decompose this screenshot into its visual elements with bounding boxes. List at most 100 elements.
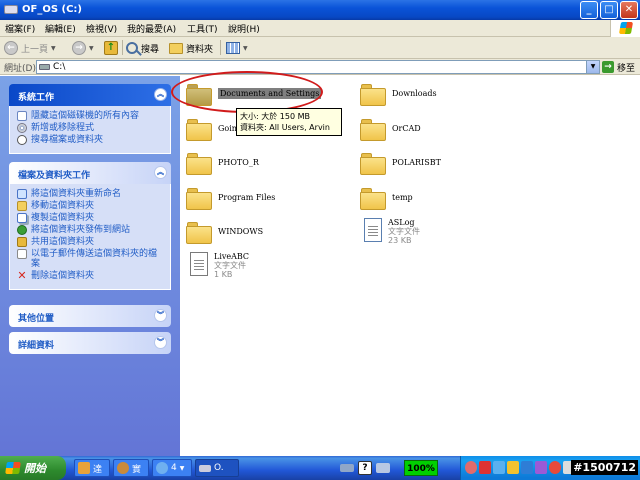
address-dropdown-icon[interactable]: ▼: [586, 60, 600, 74]
folder-item[interactable]: WINDOWS: [186, 218, 263, 244]
task-label: 隱藏這個磁碟機的所有內容: [31, 111, 140, 121]
file-folder-tasks-title: 檔案及資料夾工作: [18, 171, 91, 181]
search-label: 搜尋: [141, 44, 160, 55]
taskbar-button-label: 達: [93, 464, 103, 475]
collapse-chevron-icon[interactable]: ︽: [154, 166, 167, 179]
task-add-remove-programs[interactable]: 新增或移除程式: [17, 123, 164, 133]
folder-name: PHOTO_R: [218, 158, 259, 167]
keyboard-icon[interactable]: [340, 464, 354, 472]
folder-name: OrCAD: [392, 124, 421, 133]
back-dropdown-icon[interactable]: ▼: [51, 45, 56, 52]
task-label: 新增或移除程式: [31, 123, 95, 133]
go-button[interactable]: → 移至: [602, 60, 635, 74]
folder-item[interactable]: Program Files: [186, 184, 275, 210]
tray-app-icon[interactable]: [479, 461, 491, 474]
collapse-chevron-icon[interactable]: ︽: [154, 88, 167, 101]
minimize-button[interactable]: _: [580, 1, 598, 19]
folder-icon: [360, 119, 386, 141]
taskbar-button-explorer[interactable]: O.: [195, 459, 239, 477]
task-label: 以電子郵件傳送這個資料夾的檔案: [31, 249, 158, 269]
taskbar-button-label: 實: [132, 464, 142, 475]
task-label: 將這個資料夾重新命名: [31, 189, 122, 199]
back-label: 上一頁: [21, 44, 49, 55]
task-label: 刪除這個資料夾: [31, 271, 95, 281]
menu-favorites[interactable]: 我的最愛(A): [127, 22, 176, 35]
tray-app-icon[interactable]: [535, 461, 547, 474]
up-button[interactable]: ↑: [104, 39, 118, 57]
back-button[interactable]: ← 上一頁 ▼: [4, 39, 56, 57]
folder-item[interactable]: POLARISBT: [360, 149, 441, 175]
browser-icon: [156, 462, 168, 474]
menu-tools[interactable]: 工具(T): [187, 22, 218, 35]
help-icon[interactable]: ?: [358, 461, 372, 475]
file-type: 文字文件: [214, 261, 246, 270]
forward-button[interactable]: → ▼: [72, 39, 94, 57]
go-label: 移至: [617, 63, 636, 74]
forward-dropdown-icon[interactable]: ▼: [89, 45, 94, 52]
system-tasks-header[interactable]: 系統工作 ︽: [9, 84, 171, 106]
task-publish-folder[interactable]: 將這個資料夾發佈到網站: [17, 225, 164, 235]
file-item[interactable]: LiveABC 文字文件 1 KB: [186, 250, 249, 279]
tray-bluetooth-icon[interactable]: [521, 461, 533, 474]
file-item[interactable]: ASLog 文字文件 23 KB: [360, 216, 420, 245]
taskbar-button[interactable]: 實: [113, 459, 149, 477]
folder-icon: [360, 84, 386, 106]
search-button[interactable]: 搜尋: [126, 39, 159, 57]
drive-icon: [199, 464, 211, 472]
expand-chevron-icon[interactable]: ︾: [154, 336, 167, 349]
tray-antivirus-icon[interactable]: [465, 461, 477, 474]
task-delete-folder[interactable]: ✕ 刪除這個資料夾: [17, 270, 164, 281]
task-share-folder[interactable]: 共用這個資料夾: [17, 237, 164, 247]
tray-app-icon[interactable]: [549, 461, 561, 474]
task-email-folder[interactable]: 以電子郵件傳送這個資料夾的檔案: [17, 249, 164, 269]
folder-item[interactable]: Downloads: [360, 80, 437, 106]
app-icon: [117, 462, 129, 474]
windows-flag-icon: [5, 462, 21, 474]
menu-edit[interactable]: 編輯(E): [45, 22, 76, 35]
system-tasks-body: 隱藏這個磁碟機的所有內容 新增或移除程式 搜尋檔案或資料夾: [9, 106, 171, 154]
task-copy-folder[interactable]: 複製這個資料夾: [17, 213, 164, 223]
text-file-icon: [364, 218, 382, 242]
menu-help[interactable]: 說明(H): [228, 22, 260, 35]
taskbar-button-label: O.: [214, 463, 224, 473]
other-places-header[interactable]: 其他位置 ︾: [9, 305, 171, 327]
details-header[interactable]: 詳細資料 ︾: [9, 332, 171, 354]
menu-file[interactable]: 檔案(F): [5, 22, 35, 35]
file-size: 1 KB: [214, 270, 233, 279]
folders-button[interactable]: 資料夾: [169, 39, 213, 57]
expand-chevron-icon[interactable]: ︾: [154, 309, 167, 322]
task-rename-folder[interactable]: 將這個資料夾重新命名: [17, 189, 164, 199]
taskbar-button[interactable]: 達: [74, 459, 110, 477]
folder-name: POLARISBT: [392, 158, 441, 167]
address-value: C:\: [53, 62, 66, 72]
annotation-circle: [171, 71, 323, 113]
tray-volume-icon[interactable]: [507, 461, 519, 474]
move-folder-icon: [17, 201, 27, 211]
task-hide-drive-contents[interactable]: 隱藏這個磁碟機的所有內容: [17, 111, 164, 121]
menu-view[interactable]: 檢視(V): [86, 22, 117, 35]
search-icon: [126, 42, 138, 54]
folder-item[interactable]: OrCAD: [360, 115, 421, 141]
screen-icon[interactable]: [376, 463, 390, 473]
views-button[interactable]: ▼: [226, 39, 248, 57]
folder-item[interactable]: temp: [360, 184, 413, 210]
start-button[interactable]: 開始: [0, 456, 66, 480]
task-search-files[interactable]: 搜尋檔案或資料夾: [17, 135, 164, 145]
task-move-folder[interactable]: 移動這個資料夾: [17, 201, 164, 211]
taskbar-button[interactable]: 4 ▼: [152, 459, 192, 477]
folder-item[interactable]: Going: [186, 115, 242, 141]
close-button[interactable]: ✕: [620, 1, 638, 19]
system-tasks-panel: 系統工作 ︽ 隱藏這個磁碟機的所有內容 新增或移除程式 搜尋檔案或資料夾: [9, 84, 171, 154]
folder-item[interactable]: PHOTO_R: [186, 149, 259, 175]
back-arrow-icon: ←: [4, 41, 18, 55]
zoom-level[interactable]: 100%: [404, 460, 438, 476]
cd-icon: [17, 123, 27, 133]
tray-network-icon[interactable]: [493, 461, 505, 474]
file-name: ASLog: [388, 218, 415, 227]
address-input[interactable]: C:\ ▼: [36, 60, 600, 74]
title-bar[interactable]: OF_OS (C:) _ □ ✕: [0, 0, 640, 20]
details-title: 詳細資料: [18, 341, 55, 351]
file-folder-tasks-header[interactable]: 檔案及資料夾工作 ︽: [9, 162, 171, 184]
maximize-button[interactable]: □: [600, 1, 618, 19]
other-places-title: 其他位置: [18, 314, 55, 324]
